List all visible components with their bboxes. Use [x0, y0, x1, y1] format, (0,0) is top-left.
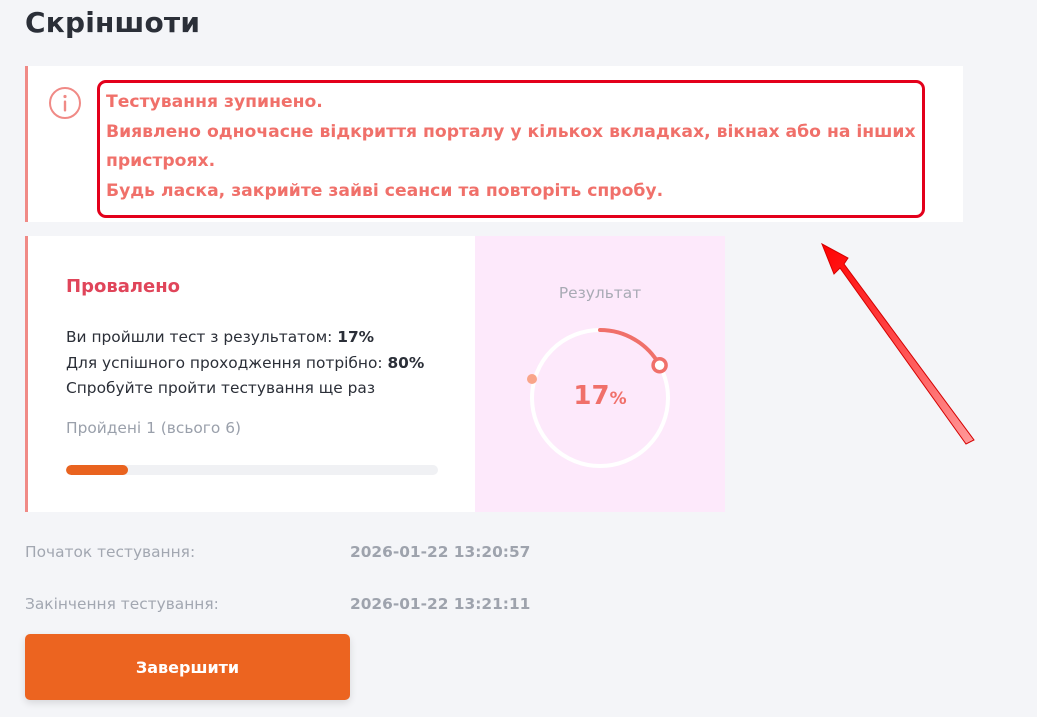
result-score-line: Ви пройшли тест з результатом: 17%: [66, 325, 424, 351]
test-stopped-alert: Тестування зупинено. Виявлено одночасне …: [25, 66, 963, 222]
result-status: Провалено: [66, 276, 181, 297]
score-gauge: [527, 328, 670, 468]
score-value: 17%: [475, 381, 725, 411]
end-time-label: Закінчення тестування:: [25, 595, 219, 613]
result-score-label: Ви пройшли тест з результатом:: [66, 328, 338, 346]
result-score-value: 17%: [337, 328, 375, 346]
page-title: Скріншоти: [25, 6, 201, 39]
alert-message: Тестування зупинено. Виявлено одночасне …: [106, 88, 926, 206]
score-number: 17: [573, 381, 610, 411]
info-icon: [49, 87, 81, 119]
required-score-line: Для успішного проходження потрібно: 80%: [66, 351, 424, 377]
progress-fill: [66, 465, 128, 475]
end-time-value: 2026-01-22 13:21:11: [350, 595, 531, 613]
arrow-shape: [821, 242, 975, 445]
score-unit: %: [609, 389, 627, 409]
passed-count: Пройдені 1 (всього 6): [66, 419, 242, 437]
gauge-arc: [598, 328, 662, 368]
gauge-knob: [651, 356, 668, 374]
score-card: Результат 17%: [475, 236, 725, 512]
alert-line: Виявлено одночасне відкриття порталу у к…: [106, 121, 916, 142]
retry-hint: Спробуйте пройти тестування ще раз: [66, 379, 376, 397]
start-time-value: 2026-01-22 13:20:57: [350, 543, 531, 561]
start-time-label: Початок тестування:: [25, 543, 196, 561]
progress-bar: [66, 465, 438, 475]
required-score-label: Для успішного проходження потрібно:: [66, 353, 388, 372]
result-message: Ви пройшли тест з результатом: 17% Для у…: [66, 325, 424, 402]
alert-line: пристроях.: [106, 151, 216, 171]
result-card: Провалено Ви пройшли тест з результатом:…: [25, 236, 475, 512]
alert-line: Будь ласка, закрийте зайві сеанси та пов…: [106, 180, 664, 201]
required-score-value: 80%: [387, 353, 425, 372]
alert-line: Тестування зупинено.: [106, 92, 323, 112]
finish-button[interactable]: Завершити: [25, 634, 350, 700]
